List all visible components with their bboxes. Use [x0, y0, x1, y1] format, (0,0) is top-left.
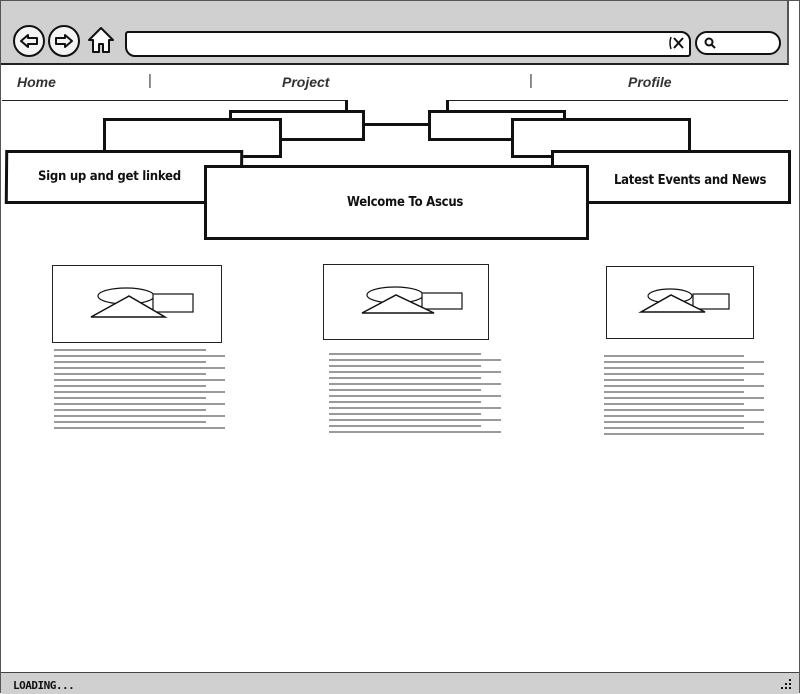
search-box[interactable] [695, 31, 781, 55]
text-placeholder-line [329, 395, 501, 397]
text-placeholder-line [54, 397, 206, 399]
text-placeholder-line [604, 385, 764, 387]
text-placeholder-line [604, 397, 764, 399]
image-placeholder-icon [90, 287, 194, 318]
text-placeholder-line [604, 409, 764, 411]
status-bar: LOADING... [1, 672, 799, 694]
text-placeholder-line [54, 415, 225, 417]
menu-separator: | [529, 72, 533, 89]
text-placeholder-line [329, 377, 481, 379]
clear-x-icon [669, 36, 684, 50]
menu-item-home[interactable]: Home [17, 74, 56, 90]
carousel-tab-welcome[interactable]: Welcome To Ascus [204, 165, 589, 240]
text-placeholder-line [329, 383, 501, 385]
menu-separator: | [148, 72, 152, 89]
forward-arrow-icon [55, 34, 73, 48]
menu-item-profile[interactable]: Profile [628, 74, 672, 90]
back-arrow-icon [20, 34, 38, 48]
text-placeholder-line [329, 401, 481, 403]
text-placeholder-line [54, 373, 206, 375]
address-bar[interactable] [125, 31, 691, 57]
card-image [606, 266, 754, 339]
home-button[interactable] [87, 25, 115, 55]
text-placeholder-line [54, 427, 225, 429]
text-placeholder-line [54, 361, 206, 363]
text-placeholder-line [604, 415, 744, 417]
text-placeholder-line [604, 421, 764, 423]
search-icon [704, 37, 716, 49]
signup-tab-label: Sign up and get linked [37, 169, 181, 184]
forward-button[interactable] [48, 25, 80, 57]
text-placeholder-line [329, 425, 481, 427]
text-placeholder-line [604, 433, 764, 435]
text-placeholder-line [54, 379, 225, 381]
image-placeholder-icon [638, 288, 730, 313]
home-icon [88, 27, 114, 53]
resize-grip-icon[interactable] [779, 677, 793, 691]
text-placeholder-line [54, 421, 206, 423]
text-placeholder-line [329, 407, 501, 409]
text-placeholder-line [54, 349, 206, 351]
text-placeholder-line [329, 419, 501, 421]
text-placeholder-line [604, 373, 764, 375]
text-placeholder-line [604, 379, 744, 381]
clear-button[interactable] [667, 34, 687, 52]
text-placeholder-line [604, 403, 744, 405]
text-placeholder-line [329, 359, 501, 361]
text-placeholder-line [329, 389, 481, 391]
welcome-tab-label: Welcome To Ascus [347, 195, 464, 210]
main-menu: Home | Project | Profile [2, 66, 788, 101]
text-placeholder-line [54, 391, 225, 393]
text-placeholder-line [54, 367, 225, 369]
text-placeholder-line [604, 367, 744, 369]
text-placeholder-line [329, 353, 481, 355]
menu-item-project[interactable]: Project [282, 74, 329, 90]
image-placeholder-icon [361, 286, 463, 314]
text-placeholder-line [54, 385, 206, 387]
text-placeholder-line [54, 403, 225, 405]
text-placeholder-line [54, 409, 206, 411]
text-placeholder-line [329, 413, 481, 415]
card-image [52, 265, 222, 343]
back-button[interactable] [13, 25, 45, 57]
text-placeholder-line [604, 355, 744, 357]
text-placeholder-line [329, 371, 501, 373]
text-placeholder-line [604, 391, 744, 393]
status-text: LOADING... [13, 679, 75, 692]
card-image [323, 264, 489, 340]
text-placeholder-line [604, 427, 744, 429]
browser-toolbar [1, 1, 789, 65]
text-placeholder-line [329, 431, 501, 433]
text-placeholder-line [604, 361, 764, 363]
text-placeholder-line [54, 355, 225, 357]
news-tab-label: Latest Events and News [614, 173, 767, 188]
text-placeholder-line [329, 365, 481, 367]
